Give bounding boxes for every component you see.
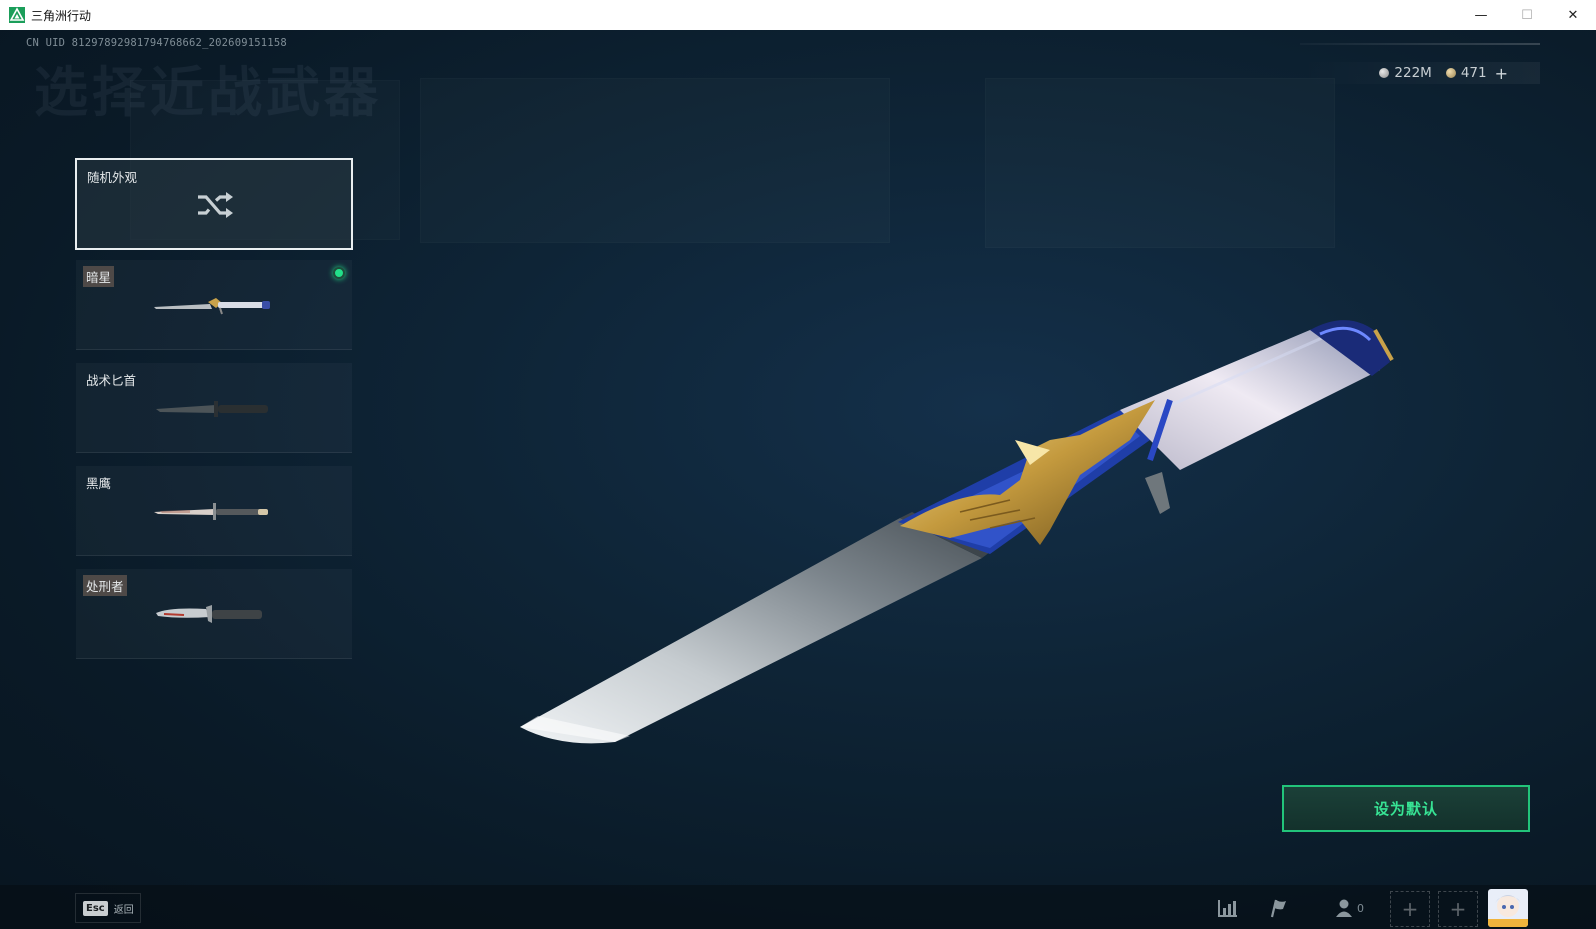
flag-icon[interactable] <box>1263 893 1293 923</box>
gold-coin-icon <box>1445 68 1456 78</box>
knife-thumbnail-icon <box>156 401 268 417</box>
friends-button[interactable]: 0 <box>1327 893 1371 923</box>
silver-coin-icon <box>1379 68 1390 78</box>
skin-card-random[interactable]: 随机外观 <box>75 158 353 250</box>
currency-gold: 471 <box>1445 65 1487 81</box>
friends-icon <box>1336 899 1352 917</box>
skin-card-label: 黑鹰 <box>86 476 112 491</box>
selected-knife-preview <box>520 320 1394 744</box>
skin-card-dark-star[interactable]: 暗星 <box>76 260 352 350</box>
page-title: 选择近战武器 <box>34 61 382 124</box>
shuffle-icon <box>198 192 233 218</box>
esc-key-hint: Esc <box>83 900 108 916</box>
header-divider <box>1300 43 1540 45</box>
knife-thumbnail-icon <box>154 503 268 520</box>
game-viewport: CN UID 8129789298179476866​2_20260915115… <box>0 30 1596 929</box>
skin-card-executioner[interactable]: 处刑者 <box>76 569 352 659</box>
skin-card-label: 随机外观 <box>87 170 138 185</box>
bottom-bar: Esc 返回 0 + + <box>0 885 1596 929</box>
background-panel <box>985 78 1335 248</box>
window-title: 三角洲行动 <box>31 8 92 23</box>
knife-thumbnail-icon <box>156 605 262 623</box>
background-panel <box>420 78 890 243</box>
party-slot-add-button[interactable]: + <box>1390 891 1430 927</box>
silver-amount: 222M <box>1394 65 1432 81</box>
currency-silver: 222M <box>1379 65 1432 81</box>
skin-card-label: 处刑者 <box>83 575 127 596</box>
window-title-bar: 三角洲行动 — ☐ ✕ <box>0 0 1596 30</box>
skin-card-black-hawk[interactable]: 黑鹰 <box>76 466 352 556</box>
party-slot-add-button[interactable]: + <box>1438 891 1478 927</box>
stats-chart-icon[interactable] <box>1213 893 1243 923</box>
skin-card-label: 暗星 <box>83 266 115 287</box>
minimize-icon[interactable]: — <box>1458 0 1504 30</box>
add-currency-icon[interactable]: + <box>1495 64 1508 83</box>
knife-thumbnail-icon <box>154 298 270 315</box>
friend-count: 0 <box>1357 901 1364 915</box>
set-default-button[interactable]: 设为默认 <box>1282 785 1530 832</box>
skin-card-label: 战术匕首 <box>86 373 137 388</box>
app-logo-icon <box>9 7 25 23</box>
maximize-icon[interactable]: ☐ <box>1504 0 1550 30</box>
player-avatar[interactable] <box>1488 889 1528 927</box>
close-icon[interactable]: ✕ <box>1550 0 1596 30</box>
back-button[interactable]: Esc 返回 <box>75 893 141 923</box>
back-label: 返回 <box>113 904 134 916</box>
gold-amount: 471 <box>1460 65 1487 81</box>
equipped-indicator-icon <box>333 267 345 279</box>
currency-bar: 222M 471 + <box>1300 62 1540 84</box>
skin-card-tactical-dagger[interactable]: 战术匕首 <box>76 363 352 453</box>
